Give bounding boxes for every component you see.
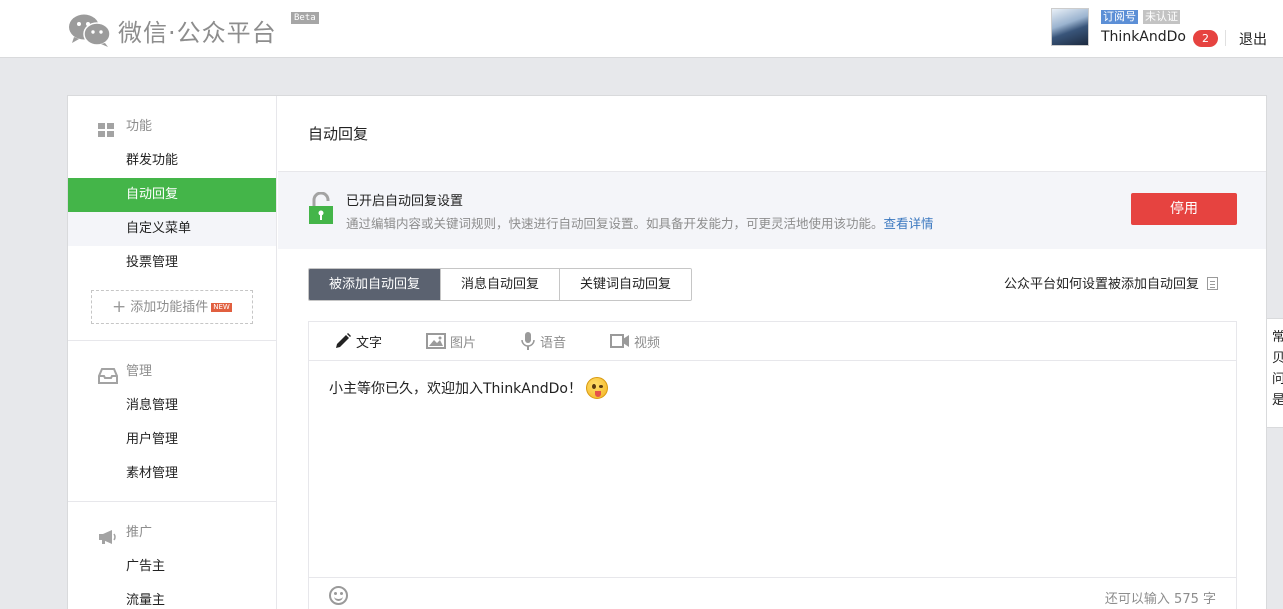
- reply-type-tabs: 被添加自动回复 消息自动回复 关键词自动回复: [308, 268, 693, 301]
- sidebar-item-message-management[interactable]: 消息管理: [68, 389, 276, 423]
- content-area: 自动回复 已开启自动回复设置 通过编辑内容或关键词规则，快速进行自动回复设置。如…: [278, 96, 1266, 609]
- sidebar-group-title: 推广: [68, 516, 276, 550]
- status-title: 已开启自动回复设置: [346, 194, 464, 209]
- tab-message-auto-reply[interactable]: 消息自动回复: [440, 269, 560, 300]
- username[interactable]: ThinkAndDo: [1101, 29, 1186, 45]
- message-text: 小主等你已久，欢迎加入ThinkAndDo！: [329, 381, 582, 397]
- grid-icon: [98, 119, 116, 137]
- logout-link[interactable]: 退出: [1239, 29, 1267, 49]
- sidebar-item-auto-reply[interactable]: 自动回复: [68, 178, 276, 212]
- tool-video[interactable]: 视频: [610, 322, 660, 360]
- tool-voice[interactable]: 语音: [520, 322, 566, 360]
- sidebar-group-title: 功能: [68, 110, 276, 144]
- sidebar-item-vote-management[interactable]: 投票管理: [68, 246, 276, 280]
- help-link-text: 公众平台如何设置被添加自动回复: [1004, 277, 1200, 292]
- sidebar-item-material-management[interactable]: 素材管理: [68, 457, 276, 491]
- smiley-icon[interactable]: [329, 586, 348, 605]
- logo[interactable]: 微信·公众平台: [68, 12, 277, 48]
- editor-footer: 还可以输入 575 字: [309, 577, 1236, 609]
- sidebar-group-promotion: 推广 广告主 流量主: [68, 502, 276, 609]
- inbox-icon: [98, 364, 118, 384]
- new-tag: NEW: [211, 303, 232, 312]
- tongue-emoji-icon: [585, 377, 608, 399]
- sidebar-group-label: 功能: [126, 119, 153, 134]
- tool-text[interactable]: 文字: [334, 322, 382, 360]
- add-plugin-label: 添加功能插件: [130, 300, 209, 315]
- account-type-tag: 订阅号: [1101, 10, 1138, 24]
- status-description: 通过编辑内容或关键词规则，快速进行自动回复设置。如具备开发能力，可更灵活地使用该…: [346, 213, 934, 232]
- wechat-logo-icon: [68, 12, 112, 48]
- pencil-icon: [336, 333, 351, 348]
- megaphone-icon: [98, 525, 116, 544]
- tool-video-label: 视频: [634, 335, 661, 351]
- editor-toolbar: 文字 图片 语音 视频: [309, 322, 1236, 361]
- top-bar: 微信·公众平台 Beta 订阅号 未认证 ThinkAndDo 2 退出: [0, 0, 1283, 58]
- tool-text-label: 文字: [356, 335, 383, 351]
- help-link[interactable]: 公众平台如何设置被添加自动回复: [1004, 273, 1219, 292]
- side-popup: 常贝问是: [1266, 318, 1283, 428]
- avatar[interactable]: [1051, 8, 1089, 46]
- details-link[interactable]: 查看详情: [884, 216, 934, 231]
- tab-added-auto-reply[interactable]: 被添加自动回复: [309, 269, 441, 300]
- verification-tag: 未认证: [1143, 10, 1180, 24]
- main-container: 功能 群发功能 自动回复 自定义菜单 投票管理 + 添加功能插件 NEW 管理 消息…: [67, 95, 1267, 609]
- sidebar-item-custom-menu[interactable]: 自定义菜单: [68, 212, 276, 246]
- video-icon: [610, 334, 630, 348]
- logo-text: 微信·公众平台: [118, 18, 277, 47]
- disable-button[interactable]: 停用: [1131, 193, 1237, 225]
- tool-image[interactable]: 图片: [426, 322, 476, 360]
- character-counter: 还可以输入 575 字: [1104, 592, 1216, 607]
- sidebar-group-label: 管理: [126, 364, 153, 379]
- plus-icon: +: [112, 297, 127, 317]
- sidebar-item-user-management[interactable]: 用户管理: [68, 423, 276, 457]
- divider: [1225, 30, 1226, 46]
- image-icon: [426, 333, 447, 349]
- notification-badge[interactable]: 2: [1193, 30, 1218, 47]
- tool-voice-label: 语音: [540, 335, 567, 351]
- tool-image-label: 图片: [450, 335, 477, 351]
- tab-keyword-auto-reply[interactable]: 关键词自动回复: [559, 269, 692, 300]
- sidebar-item-publisher[interactable]: 流量主: [68, 584, 276, 609]
- add-plugin-button[interactable]: + 添加功能插件 NEW: [91, 290, 253, 324]
- sidebar-group-features: 功能 群发功能 自动回复 自定义菜单 投票管理 + 添加功能插件 NEW: [68, 96, 276, 341]
- page-title: 自动回复: [278, 96, 1266, 172]
- sidebar-item-mass-send[interactable]: 群发功能: [68, 144, 276, 178]
- status-description-text: 通过编辑内容或关键词规则，快速进行自动回复设置。如具备开发能力，可更灵活地使用该…: [346, 216, 884, 231]
- document-icon: [1207, 277, 1219, 290]
- sidebar-group-management: 管理 消息管理 用户管理 素材管理: [68, 341, 276, 502]
- microphone-icon: [521, 332, 535, 350]
- reply-editor: 文字 图片 语音 视频 小主等你已久，欢迎加入ThinkAndDo！ 还可以输入…: [308, 321, 1237, 609]
- sidebar-item-advertiser[interactable]: 广告主: [68, 550, 276, 584]
- beta-badge: Beta: [291, 12, 319, 24]
- sidebar: 功能 群发功能 自动回复 自定义菜单 投票管理 + 添加功能插件 NEW 管理 消息…: [68, 96, 277, 609]
- unlock-icon: [308, 191, 334, 226]
- message-input[interactable]: 小主等你已久，欢迎加入ThinkAndDo！: [329, 377, 608, 399]
- sidebar-group-title: 管理: [68, 355, 276, 389]
- sidebar-group-label: 推广: [126, 525, 153, 540]
- status-panel: 已开启自动回复设置 通过编辑内容或关键词规则，快速进行自动回复设置。如具备开发能…: [278, 172, 1266, 249]
